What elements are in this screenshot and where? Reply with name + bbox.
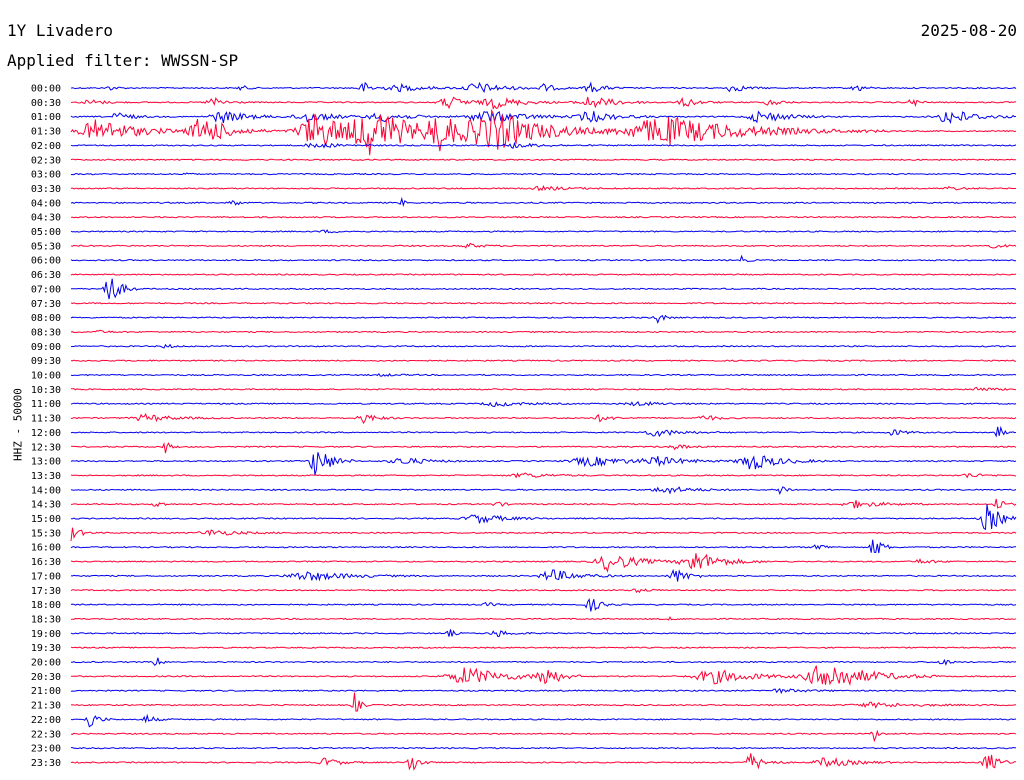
time-tick-label: 07:30 <box>31 299 61 310</box>
trace-1900 <box>70 629 1016 638</box>
time-tick-label: 15:00 <box>31 514 61 525</box>
time-tick-label: 14:00 <box>31 485 61 496</box>
time-tick-label: 16:30 <box>31 557 61 568</box>
trace-0230 <box>70 158 1017 161</box>
time-tick-label: 18:30 <box>31 614 61 625</box>
time-tick-label: 12:00 <box>31 428 61 439</box>
time-tick-label: 01:30 <box>31 127 61 138</box>
trace-1800 <box>70 597 1017 612</box>
trace-0300 <box>70 172 1017 176</box>
trace-1400 <box>70 486 1017 496</box>
trace-1130 <box>70 413 1017 425</box>
time-tick-label: 00:30 <box>31 98 61 109</box>
time-tick-label: 21:00 <box>31 686 61 697</box>
trace-1100 <box>70 401 1017 408</box>
trace-0200 <box>70 141 1017 150</box>
time-tick-label: 01:00 <box>31 112 61 123</box>
time-tick-label: 11:00 <box>31 399 61 410</box>
time-tick-label: 09:00 <box>31 342 61 353</box>
time-tick-label: 06:30 <box>31 270 61 281</box>
trace-2200 <box>70 713 1017 728</box>
trace-1300 <box>70 452 1017 475</box>
time-tick-label: 13:00 <box>31 457 61 468</box>
trace-0000 <box>70 81 1017 94</box>
time-tick-label: 22:00 <box>31 715 61 726</box>
trace-0630 <box>70 273 1017 276</box>
trace-0930 <box>70 359 1017 362</box>
time-tick-label: 04:30 <box>31 213 61 224</box>
trace-2030 <box>70 665 1017 686</box>
trace-0830 <box>70 329 1017 334</box>
trace-0030 <box>70 96 1017 110</box>
time-tick-label: 17:30 <box>31 586 61 597</box>
time-tick-label: 22:30 <box>31 729 61 740</box>
time-tick-label: 20:00 <box>31 658 61 669</box>
trace-1630 <box>70 553 1017 573</box>
time-tick-label: 03:00 <box>31 170 61 181</box>
trace-2100 <box>70 687 1017 695</box>
trace-2000 <box>71 657 1017 667</box>
time-tick-label: 00:00 <box>31 84 61 95</box>
time-tick-label: 10:30 <box>31 385 61 396</box>
time-tick-label: 05:30 <box>31 241 61 252</box>
time-tick-label: 02:30 <box>31 155 61 166</box>
trace-1030 <box>71 386 1016 392</box>
trace-0600 <box>70 254 1016 263</box>
trace-1530 <box>70 527 1017 542</box>
time-tick-label: 05:00 <box>31 227 61 238</box>
time-tick-label: 19:30 <box>31 643 61 654</box>
time-tick-label: 16:00 <box>31 543 61 554</box>
trace-0430 <box>70 215 1017 219</box>
time-tick-label: 02:00 <box>31 141 61 152</box>
trace-1600 <box>70 539 1017 554</box>
trace-0730 <box>70 302 1017 305</box>
time-tick-label: 20:30 <box>31 672 61 683</box>
trace-0100 <box>70 110 1017 125</box>
trace-1700 <box>70 568 1017 582</box>
time-tick-label: 06:00 <box>31 256 61 267</box>
time-tick-label: 03:30 <box>31 184 61 195</box>
trace-2230 <box>70 729 1017 743</box>
trace-1000 <box>70 372 1017 377</box>
trace-1230 <box>70 441 1017 454</box>
trace-0330 <box>70 185 1016 192</box>
time-tick-label: 17:00 <box>31 571 61 582</box>
trace-1330 <box>70 472 1017 479</box>
time-tick-label: 23:00 <box>31 744 61 755</box>
time-tick-label: 11:30 <box>31 414 61 425</box>
trace-1830 <box>70 616 1017 621</box>
time-tick-label: 08:30 <box>31 327 61 338</box>
time-tick-label: 04:00 <box>31 198 61 209</box>
time-tick-label: 18:00 <box>31 600 61 611</box>
time-tick-label: 21:30 <box>31 701 61 712</box>
trace-0900 <box>70 343 1017 349</box>
time-tick-label: 08:00 <box>31 313 61 324</box>
trace-2330 <box>70 753 1016 771</box>
trace-0400 <box>70 196 1017 207</box>
trace-1930 <box>70 646 1017 649</box>
trace-0700 <box>71 278 1017 300</box>
trace-0530 <box>70 242 1017 249</box>
time-tick-label: 12:30 <box>31 442 61 453</box>
helicorder-plot: 00:00 00:30 01:00 01:30 02:00 02:30 03:00 03:30… <box>31 81 1017 771</box>
trace-1500 <box>70 504 1017 530</box>
trace-2130 <box>70 692 1017 712</box>
time-tick-label: 09:30 <box>31 356 61 367</box>
time-tick-label: 07:00 <box>31 284 61 295</box>
trace-1430 <box>70 498 1017 509</box>
time-tick-label: 14:30 <box>31 500 61 511</box>
trace-0800 <box>70 314 1017 325</box>
time-tick-label: 10:00 <box>31 371 61 382</box>
trace-0500 <box>70 229 1017 234</box>
trace-1200 <box>70 425 1017 438</box>
time-tick-label: 13:30 <box>31 471 61 482</box>
time-tick-label: 19:00 <box>31 629 61 640</box>
trace-2300 <box>71 746 1017 750</box>
time-tick-label: 15:30 <box>31 528 61 539</box>
time-tick-label: 23:30 <box>31 758 61 769</box>
trace-1730 <box>70 588 1016 594</box>
